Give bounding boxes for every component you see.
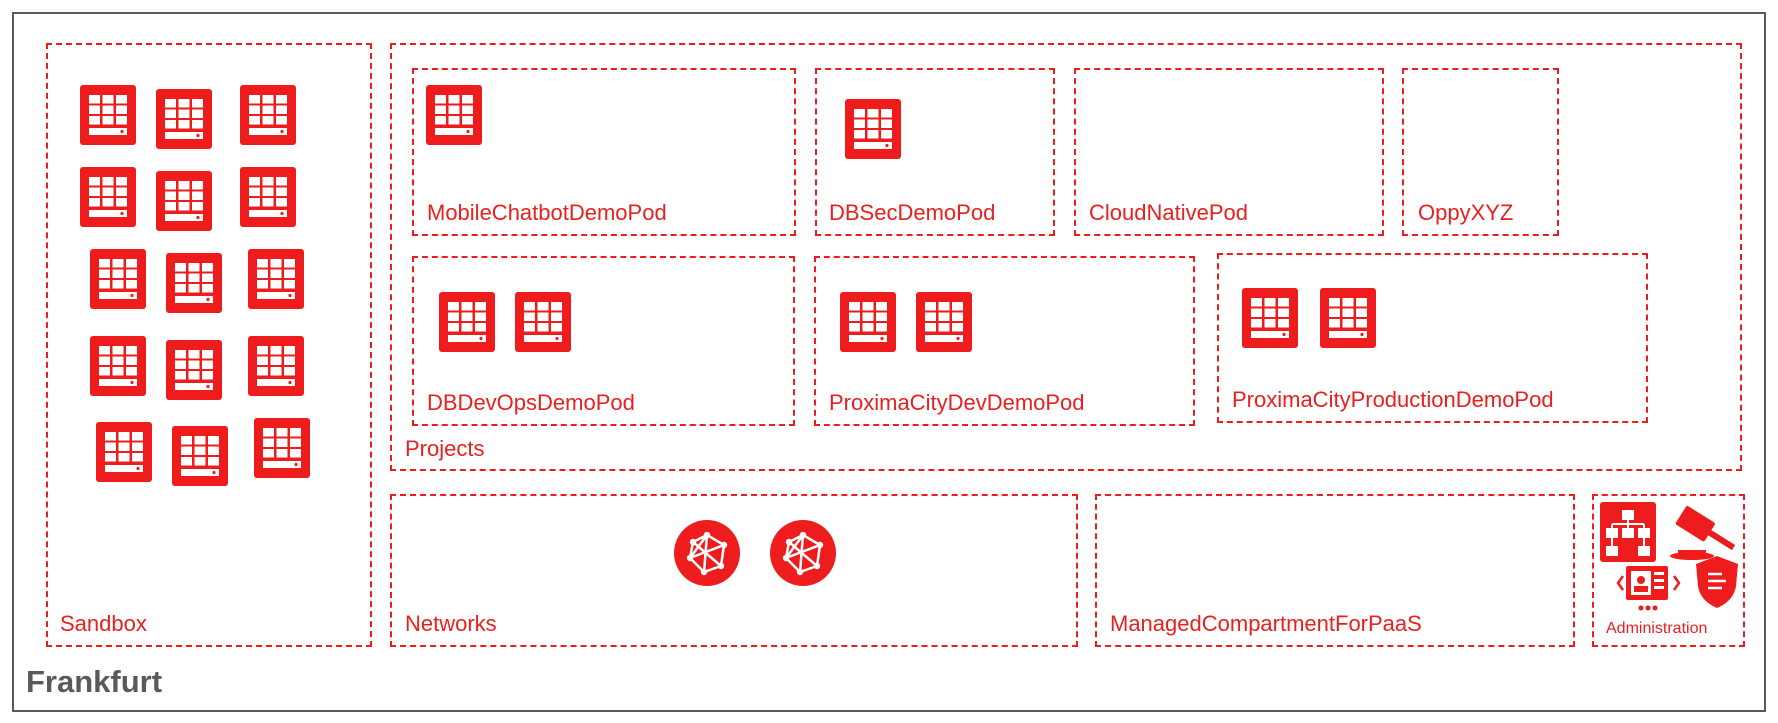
compute-instance-icon — [166, 253, 222, 313]
compute-instance-icon — [439, 292, 495, 352]
security-shield-icon — [1696, 556, 1738, 608]
compute-instance-icon — [96, 422, 152, 482]
compute-instance-icon — [240, 85, 296, 145]
compartment-label-sandbox: Sandbox — [60, 611, 147, 636]
pod-label-cloud-native: CloudNativePod — [1089, 200, 1248, 225]
compute-instance-icon — [172, 426, 228, 486]
compartment-label-projects: Projects — [405, 436, 485, 461]
compute-instance-icon — [90, 249, 146, 309]
compute-instance-icon — [845, 99, 901, 159]
compute-instance-icon — [248, 336, 304, 396]
network-icon — [770, 520, 836, 586]
pod-label-proxima-dev: ProximaCityDevDemoPod — [829, 390, 1085, 415]
pod-label-dbsec: DBSecDemoPod — [829, 200, 996, 225]
pod-label-oppy: OppyXYZ — [1418, 200, 1514, 225]
compute-instance-icon — [916, 292, 972, 352]
network-icon — [674, 520, 740, 586]
region-title: Frankfurt — [26, 664, 163, 699]
compartment-hierarchy-icon — [1600, 502, 1656, 562]
compartment-label-administration: Administration — [1606, 620, 1708, 637]
compartment-label-networks: Networks — [405, 611, 497, 636]
compute-instance-icon — [1242, 288, 1298, 348]
compute-instance-icon — [1320, 288, 1376, 348]
compute-instance-icon — [840, 292, 896, 352]
compute-instance-icon — [166, 340, 222, 400]
compute-instance-icon — [515, 292, 571, 352]
compute-instance-icon — [426, 85, 482, 145]
compute-instance-icon — [80, 85, 136, 145]
compute-instance-icon — [90, 336, 146, 396]
compute-instance-icon — [254, 418, 310, 478]
pod-label-mobile-chatbot: MobileChatbotDemoPod — [427, 200, 667, 225]
pod-label-proxima-prod: ProximaCityProductionDemoPod — [1232, 387, 1554, 412]
compartment-label-managed-paas: ManagedCompartmentForPaaS — [1110, 611, 1422, 636]
compute-instance-icon — [156, 89, 212, 149]
compute-instance-icon — [80, 167, 136, 227]
compute-instance-icon — [248, 249, 304, 309]
compute-instance-icon — [240, 167, 296, 227]
pod-label-dbdevops: DBDevOpsDemoPod — [427, 390, 635, 415]
identity-console-icon — [1616, 566, 1681, 611]
governance-gavel-icon — [1670, 506, 1736, 560]
compute-instance-icon — [156, 171, 212, 231]
